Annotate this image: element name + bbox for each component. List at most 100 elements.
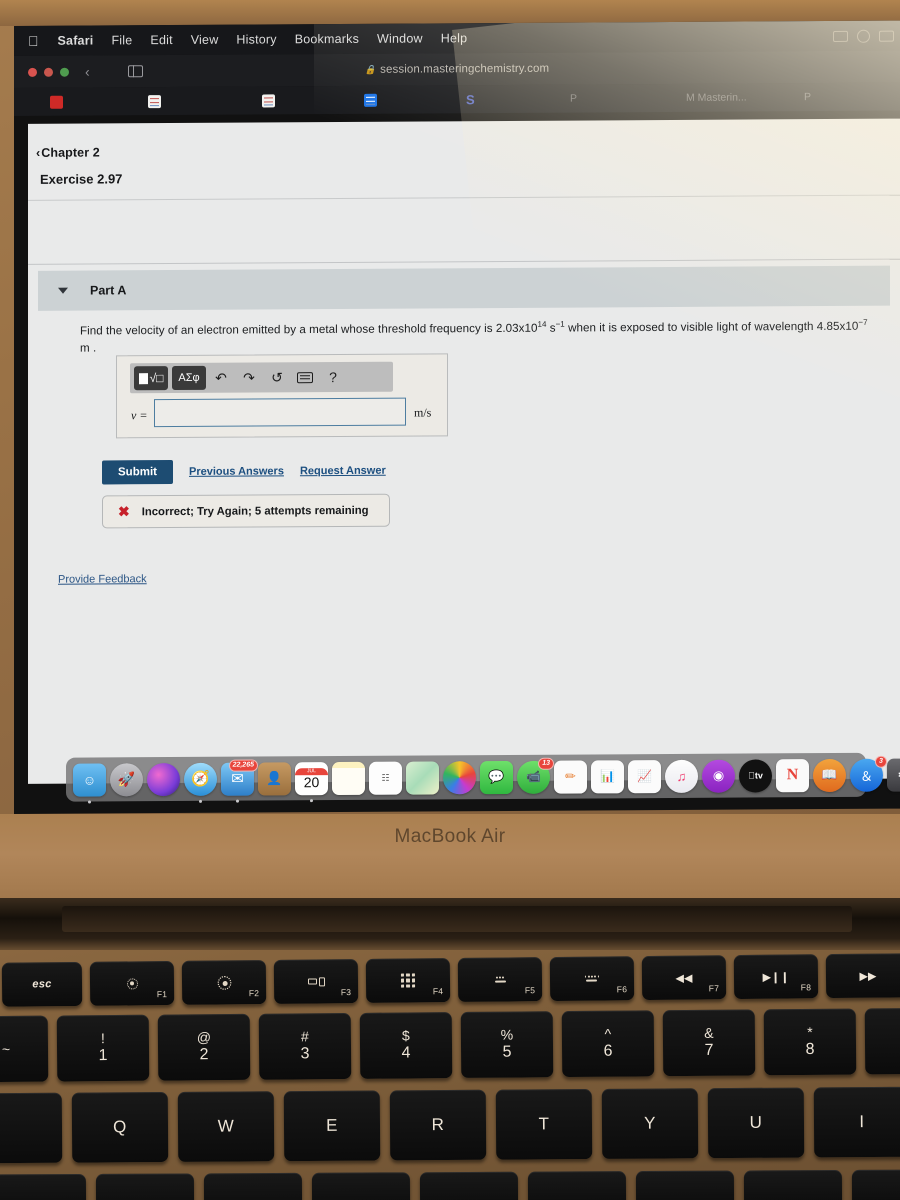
key-j[interactable]: [743, 1170, 843, 1200]
favorite-lined[interactable]: [148, 94, 166, 108]
key-tilde[interactable]: ~: [0, 1015, 49, 1083]
sidebar-icon[interactable]: [127, 65, 143, 78]
dock-item-news[interactable]: N: [776, 758, 809, 792]
key-s[interactable]: [203, 1172, 303, 1200]
favorite-blue[interactable]: [364, 93, 377, 107]
apple-menu-icon[interactable]: : [22, 33, 49, 49]
dock-item-maps[interactable]: [406, 760, 439, 795]
dock-item-messages[interactable]: 💬: [480, 760, 513, 794]
dock-item-system-preferences[interactable]: ⚙2: [887, 757, 900, 792]
dock-item-notes[interactable]: [332, 761, 365, 795]
dock-item-music[interactable]: ♫: [665, 759, 698, 793]
control-center-icon[interactable]: [857, 29, 870, 43]
dock-item-contacts[interactable]: 👤: [258, 761, 291, 796]
key-q[interactable]: Q: [71, 1091, 169, 1163]
key-g[interactable]: [527, 1171, 627, 1200]
key-9[interactable]: (9: [864, 1007, 900, 1075]
minimize-window-button[interactable]: [44, 67, 53, 77]
dock-item-podcasts[interactable]: ◉: [702, 759, 735, 793]
request-answer-link[interactable]: Request Answer: [300, 465, 386, 478]
key-i[interactable]: I: [813, 1086, 900, 1158]
key-tab[interactable]: [0, 1092, 63, 1164]
key-8[interactable]: * 8: [763, 1008, 857, 1076]
address-bar[interactable]: 🔒 session.masteringchemistry.com: [14, 51, 900, 88]
menu-item-file[interactable]: File: [102, 33, 141, 47]
favorite-p[interactable]: P: [570, 93, 577, 105]
key-f9[interactable]: ▶▶: [825, 953, 900, 999]
key-f3[interactable]: F3: [273, 959, 359, 1004]
key-d[interactable]: [311, 1172, 411, 1200]
answer-input[interactable]: [154, 397, 406, 428]
key-7[interactable]: & 7: [662, 1009, 756, 1077]
menu-item-history[interactable]: History: [227, 32, 285, 46]
dock-item-mail[interactable]: ✉ 22,265: [221, 759, 258, 803]
key-f2[interactable]: F2: [181, 959, 267, 1005]
dock-item-safari[interactable]: 🧭: [184, 762, 217, 803]
submit-button[interactable]: Submit: [102, 460, 173, 485]
key-esc[interactable]: esc: [1, 961, 83, 1007]
dock-item-reminders[interactable]: ☷: [369, 761, 402, 795]
key-h[interactable]: [635, 1170, 735, 1200]
key-r[interactable]: R: [389, 1089, 487, 1161]
dock-item-books[interactable]: 📖: [813, 758, 846, 792]
help-icon[interactable]: ?: [320, 365, 346, 389]
key-y[interactable]: Y: [601, 1088, 699, 1159]
close-window-button[interactable]: [28, 67, 37, 77]
key-f[interactable]: [419, 1171, 519, 1200]
key-1[interactable]: ! 1: [56, 1014, 150, 1082]
menu-item-help[interactable]: Help: [432, 31, 477, 45]
favorite-mastering[interactable]: M Masterin...: [686, 92, 747, 104]
dock-item-calendar[interactable]: JUL 20: [295, 761, 328, 802]
menu-item-bookmarks[interactable]: Bookmarks: [286, 32, 368, 47]
math-template-button[interactable]: √□: [134, 366, 168, 391]
key-2[interactable]: @2: [157, 1013, 251, 1081]
menu-item-edit[interactable]: Edit: [141, 33, 181, 47]
key-e[interactable]: E: [283, 1090, 381, 1162]
key-5[interactable]: % 5: [460, 1011, 554, 1078]
dock-item-finder[interactable]: ☺: [73, 762, 106, 804]
collapse-caret-icon[interactable]: [58, 287, 68, 294]
undo-icon[interactable]: ↶: [208, 366, 234, 390]
favorite-s[interactable]: S: [466, 92, 475, 107]
dock-item-launchpad[interactable]: 🚀: [110, 762, 143, 796]
greek-symbols-button[interactable]: ΑΣφ: [172, 365, 206, 391]
breadcrumb[interactable]: ‹Chapter 2: [36, 145, 100, 159]
key-f4[interactable]: F4: [365, 958, 451, 1003]
dock-item-facetime[interactable]: 📹 13: [517, 757, 554, 794]
battery-icon[interactable]: [879, 30, 894, 42]
favorite-p2[interactable]: P: [804, 91, 811, 103]
key-f6[interactable]: F6: [549, 956, 635, 1002]
key-4[interactable]: $4: [359, 1012, 453, 1079]
menu-item-safari[interactable]: Safari: [49, 33, 103, 48]
favorite-lined-2[interactable]: [262, 93, 280, 107]
maximize-window-button[interactable]: [60, 67, 69, 77]
window-controls[interactable]: [14, 67, 69, 77]
key-u[interactable]: U: [707, 1087, 805, 1159]
key-a[interactable]: [95, 1173, 195, 1200]
reset-icon[interactable]: ↺: [264, 365, 290, 389]
dock-item-numbers[interactable]: 📊: [591, 759, 624, 793]
dock-item-app-store[interactable]: ＆ 3: [850, 755, 887, 792]
menu-item-view[interactable]: View: [182, 33, 228, 47]
key-w[interactable]: W: [177, 1091, 275, 1162]
key-f8[interactable]: ▶❙❙ F8: [733, 954, 819, 1000]
favorite-red[interactable]: [50, 95, 68, 109]
dock-item-siri[interactable]: [147, 762, 180, 796]
dock-item-photos[interactable]: [443, 760, 476, 794]
menu-item-window[interactable]: Window: [368, 31, 432, 46]
dock-item-apple-tv[interactable]: tv: [739, 758, 772, 793]
redo-icon[interactable]: ↷: [236, 365, 262, 389]
back-arrow-icon[interactable]: ‹: [85, 64, 90, 80]
key-t[interactable]: T: [495, 1089, 593, 1160]
previous-answers-link[interactable]: Previous Answers: [189, 465, 284, 478]
key-k[interactable]: [851, 1169, 900, 1200]
screen-recording-icon[interactable]: [833, 30, 848, 42]
key-f7[interactable]: ◀◀ F7: [641, 955, 727, 1001]
key-6[interactable]: ^ 6: [561, 1010, 655, 1078]
dock-item-keynote[interactable]: 📈: [628, 759, 661, 793]
dock-item-pages[interactable]: ✏: [554, 759, 587, 794]
key-caps[interactable]: [0, 1173, 87, 1200]
provide-feedback-link[interactable]: Provide Feedback: [58, 573, 147, 586]
part-a-header[interactable]: Part A: [38, 265, 890, 311]
key-f1[interactable]: F1: [89, 960, 175, 1006]
